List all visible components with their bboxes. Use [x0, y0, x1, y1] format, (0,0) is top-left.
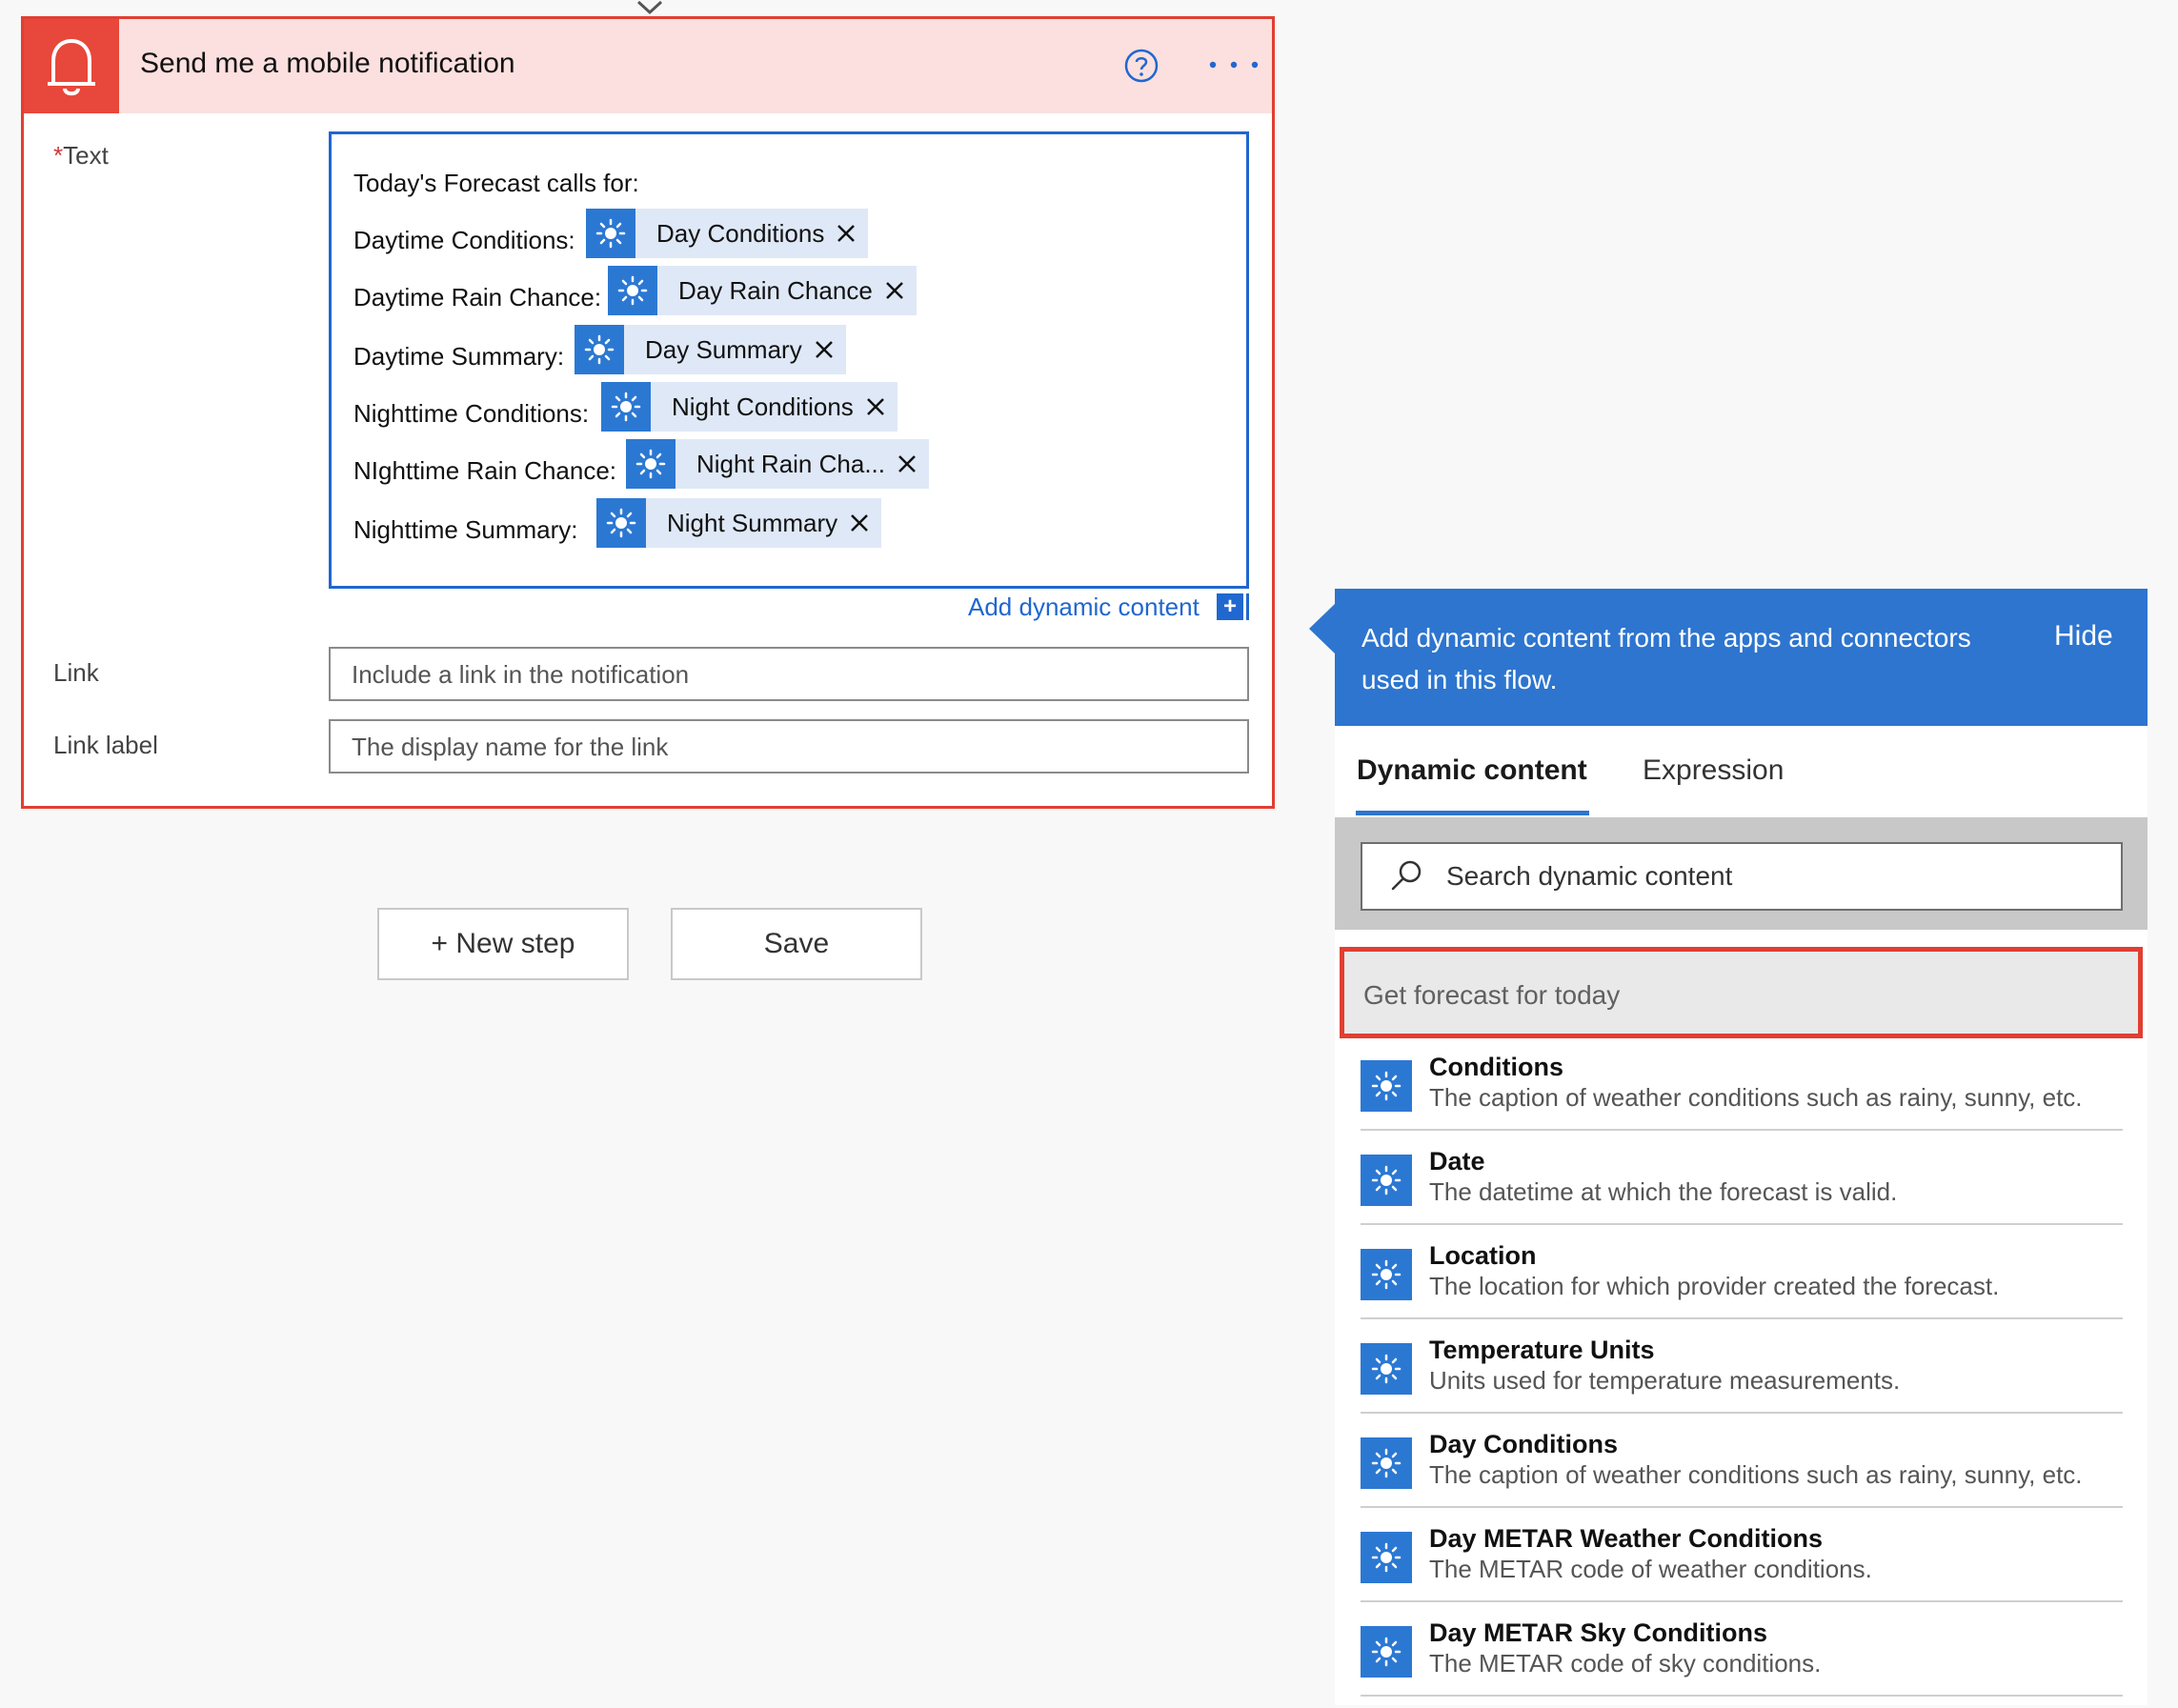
sun-icon — [1361, 1437, 1412, 1489]
item-description: The METAR code of sky conditions. — [1429, 1649, 1822, 1678]
search-input[interactable]: Search dynamic content — [1361, 842, 2123, 911]
search-icon — [1391, 860, 1422, 891]
sun-icon — [596, 498, 646, 548]
link-label-field-label: Link label — [53, 731, 158, 759]
text-rich-editor[interactable]: Today's Forecast calls for: Daytime Cond… — [329, 131, 1249, 589]
dynamic-token-label: Night Conditions — [672, 392, 854, 421]
editor-intro-line: Today's Forecast calls for: — [353, 169, 639, 197]
dynamic-content-panel-header: Add dynamic content from the apps and co… — [1335, 589, 2148, 726]
remove-token-icon[interactable] — [812, 337, 837, 362]
dynamic-token-label: Day Rain Chance — [678, 275, 873, 305]
new-step-button[interactable]: + New step — [377, 908, 629, 980]
panel-header-text: Add dynamic content from the apps and co… — [1361, 623, 1971, 694]
editor-line-label: Nighttime Summary: — [353, 515, 578, 544]
item-title: Day METAR Sky Conditions — [1429, 1618, 1768, 1647]
help-icon[interactable] — [1122, 47, 1160, 85]
link-label-input[interactable]: The display name for the link — [329, 719, 1249, 774]
item-divider — [1361, 1506, 2123, 1508]
link-input[interactable]: Include a link in the notification — [329, 647, 1249, 701]
sun-icon — [1361, 1343, 1412, 1395]
editor-line-label: Daytime Rain Chance: — [353, 283, 602, 311]
tab-dynamic-content[interactable]: Dynamic content — [1357, 754, 1587, 787]
item-divider — [1361, 1317, 2123, 1319]
add-dynamic-content-divider — [1246, 593, 1249, 620]
sun-icon — [1361, 1155, 1412, 1206]
bell-icon — [24, 19, 119, 113]
sun-icon — [608, 266, 657, 315]
panel-pointer — [1309, 603, 1336, 654]
item-divider — [1361, 1223, 2123, 1225]
item-divider — [1361, 1412, 2123, 1414]
sun-icon — [601, 382, 651, 432]
flow-connector-arrow-icon — [636, 0, 663, 15]
remove-token-icon[interactable] — [834, 221, 858, 246]
add-dynamic-content-link[interactable]: Add dynamic content — [968, 593, 1200, 622]
search-placeholder: Search dynamic content — [1446, 861, 1733, 891]
group-title: Get forecast for today — [1363, 980, 1621, 1010]
dynamic-token-day-conditions[interactable]: Day Conditions — [586, 209, 869, 258]
item-description: The location for which provider created … — [1429, 1272, 2000, 1300]
item-description: The caption of weather conditions such a… — [1429, 1083, 2083, 1112]
sun-icon — [626, 439, 676, 489]
group-header-get-forecast[interactable]: Get forecast for today — [1340, 947, 2143, 1038]
sun-icon — [586, 209, 635, 258]
dynamic-token-label: Day Summary — [645, 334, 802, 364]
item-divider — [1361, 1600, 2123, 1602]
sun-icon — [1361, 1532, 1412, 1583]
dynamic-content-item-day-metar-sky-conditions[interactable]: Day METAR Sky Conditions The METAR code … — [1361, 1615, 2123, 1708]
action-card-header[interactable]: Send me a mobile notification — [24, 19, 1272, 113]
active-tab-indicator — [1356, 811, 1589, 815]
sun-icon — [575, 325, 624, 374]
dynamic-token-label: Night Rain Cha... — [696, 449, 885, 478]
dynamic-content-item-day-conditions[interactable]: Day Conditions The caption of weather co… — [1361, 1426, 2123, 1519]
remove-token-icon[interactable] — [847, 511, 872, 535]
dynamic-content-item-day-metar-weather-conditions[interactable]: Day METAR Weather Conditions The METAR c… — [1361, 1520, 2123, 1614]
remove-token-icon[interactable] — [882, 278, 907, 303]
editor-line-label: Daytime Conditions: — [353, 226, 575, 254]
item-title: Location — [1429, 1241, 1537, 1270]
save-button[interactable]: Save — [671, 908, 922, 980]
dynamic-content-item-temperature-units[interactable]: Temperature Units Units used for tempera… — [1361, 1332, 2123, 1425]
dynamic-content-item-conditions[interactable]: Conditions The caption of weather condit… — [1361, 1049, 2123, 1142]
add-dynamic-content-plus-icon[interactable]: + — [1217, 593, 1243, 620]
item-divider — [1361, 1129, 2123, 1131]
action-card: Send me a mobile notification *Text Toda… — [21, 16, 1275, 809]
tab-expression[interactable]: Expression — [1643, 754, 1784, 787]
item-title: Date — [1429, 1147, 1485, 1176]
dynamic-content-item-location[interactable]: Location The location for which provider… — [1361, 1237, 2123, 1331]
text-field-label: *Text — [53, 141, 109, 170]
item-description: The datetime at which the forecast is va… — [1429, 1177, 1898, 1206]
remove-token-icon[interactable] — [895, 452, 919, 476]
remove-token-icon[interactable] — [863, 394, 888, 419]
dynamic-token-night-summary[interactable]: Night Summary — [596, 498, 882, 548]
item-divider — [1361, 1695, 2123, 1697]
dynamic-token-day-summary[interactable]: Day Summary — [575, 325, 846, 374]
item-description: The METAR code of weather conditions. — [1429, 1555, 1872, 1583]
sun-icon — [1361, 1626, 1412, 1678]
dynamic-content-panel: Add dynamic content from the apps and co… — [1335, 589, 2148, 1705]
item-title: Day Conditions — [1429, 1430, 1619, 1458]
dynamic-token-night-conditions[interactable]: Night Conditions — [601, 382, 897, 432]
editor-line-label: Daytime Summary: — [353, 342, 565, 371]
item-title: Conditions — [1429, 1053, 1563, 1081]
item-description: The caption of weather conditions such a… — [1429, 1460, 2083, 1489]
required-marker: * — [53, 141, 64, 170]
item-description: Units used for temperature measurements. — [1429, 1366, 1901, 1395]
dynamic-content-item-date[interactable]: Date The datetime at which the forecast … — [1361, 1143, 2123, 1236]
action-card-title: Send me a mobile notification — [140, 48, 515, 79]
dynamic-token-day-rain-chance[interactable]: Day Rain Chance — [608, 266, 917, 315]
sun-icon — [1361, 1249, 1412, 1300]
item-title: Temperature Units — [1429, 1336, 1655, 1364]
dynamic-token-label: Day Conditions — [656, 218, 825, 248]
dynamic-token-night-rain-chance[interactable]: Night Rain Cha... — [626, 439, 929, 489]
link-field-label: Link — [53, 658, 99, 687]
hide-panel-link[interactable]: Hide — [2054, 620, 2113, 653]
dynamic-token-label: Night Summary — [667, 508, 838, 537]
editor-line-label: Nighttime Conditions: — [353, 399, 590, 428]
editor-line-label: NIghttime Rain Chance: — [353, 456, 617, 485]
item-title: Day METAR Weather Conditions — [1429, 1524, 1824, 1553]
sun-icon — [1361, 1060, 1412, 1112]
more-options-icon[interactable] — [1205, 53, 1262, 76]
